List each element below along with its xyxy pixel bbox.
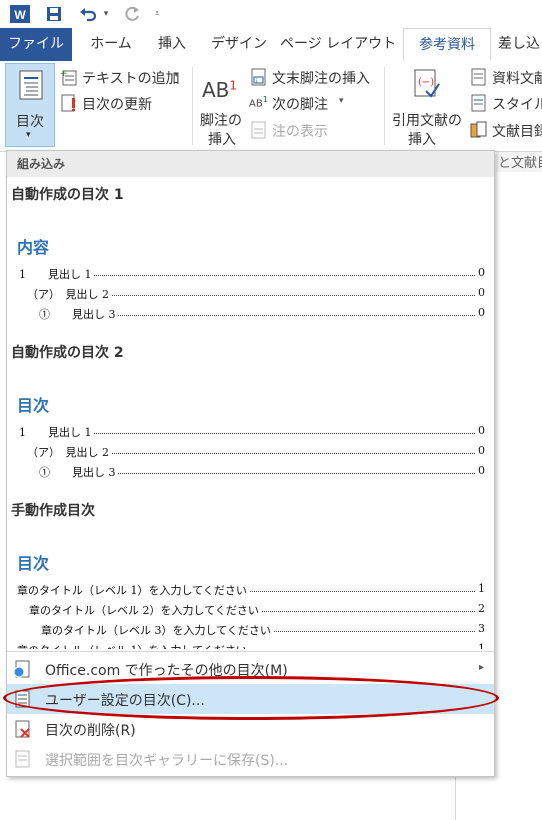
gallery-item-title: 手動作成目次: [11, 503, 95, 519]
toc-preview-heading: 内容: [17, 238, 50, 257]
update-toc-button[interactable]: 目次の更新: [82, 94, 152, 114]
tab-design[interactable]: デザイン: [204, 28, 274, 61]
show-notes-button[interactable]: 注の表示: [272, 121, 328, 141]
toc-icon: [19, 70, 43, 100]
manage-sources-icon: [471, 68, 486, 86]
show-notes-icon: [251, 121, 266, 139]
group-divider: [192, 67, 193, 145]
submenu-arrow-icon: ▸: [478, 662, 484, 673]
toc-button[interactable]: 目次 ▾: [5, 63, 55, 147]
ribbon: 目次 ▾ + テキストの追加 ▾ 目次の更新 AB1 脚注の 挿入 i 文末脚注…: [0, 61, 542, 152]
chevron-down-icon[interactable]: ▾: [174, 70, 179, 80]
toc-gallery-item-automatic-1[interactable]: 自動作成の目次 1 内容 1 見出し 10 （ア） 見出し 20 ① 見出し 3…: [7, 178, 494, 328]
insert-footnote-button[interactable]: AB1 脚注の 挿入: [200, 74, 244, 148]
toc-preview-row: 章のタイトル（レベル 1）を入力してください1: [17, 642, 485, 649]
save-selection-to-gallery-item[interactable]: 選択範囲を目次ギャラリーに保存(S)...: [7, 744, 494, 774]
save-icon[interactable]: [42, 3, 66, 25]
remove-toc-icon: [15, 720, 30, 738]
insert-endnote-button[interactable]: 文末脚注の挿入: [272, 68, 370, 88]
quick-access-toolbar: W ▾ ⩡: [0, 0, 542, 28]
tab-home[interactable]: ホーム: [80, 28, 142, 61]
office-com-icon: [13, 660, 30, 678]
group-divider: [384, 67, 385, 145]
tab-references[interactable]: 参考資料: [403, 28, 491, 61]
toc-preview-row: ① 見出し 30: [39, 464, 485, 480]
toc-preview-row: （ア） 見出し 20: [27, 286, 485, 302]
next-footnote-icon: AB1: [249, 94, 269, 110]
svg-text:(−): (−): [418, 77, 434, 88]
ribbon-group-label-area: と文献目: [496, 152, 542, 172]
toc-preview-heading: 目次: [17, 554, 50, 573]
style-icon: [471, 94, 486, 112]
bibliography-button[interactable]: 文献目録: [492, 121, 542, 141]
chevron-down-icon[interactable]: ▾: [339, 96, 344, 106]
manage-sources-button[interactable]: 資料文献: [492, 68, 542, 88]
insert-citation-icon: (−): [414, 69, 440, 98]
toc-preview-row: 章のタイトル（レベル 1）を入力してください1: [17, 582, 485, 598]
tab-file[interactable]: ファイル: [0, 28, 72, 61]
ribbon-tabs: ファイル ホーム 挿入 デザイン ページ レイアウト 参考資料 差し込: [0, 28, 542, 62]
toc-preview-row: （ア） 見出し 20: [27, 444, 485, 460]
menu-divider: [7, 651, 494, 652]
word-logo-icon[interactable]: W: [8, 3, 32, 25]
toc-preview-row: 1 見出し 10: [19, 266, 485, 282]
undo-dropdown-icon[interactable]: ▾: [100, 3, 112, 25]
insert-footnote-label-1: 脚注の: [200, 113, 242, 129]
citation-style-dropdown[interactable]: スタイル:: [492, 94, 542, 114]
save-to-gallery-icon: [15, 750, 30, 768]
insert-citation-label-2: 挿入: [408, 132, 436, 148]
gallery-header: 組み込み: [7, 151, 494, 177]
tab-page-layout[interactable]: ページ レイアウト: [280, 28, 396, 61]
insert-endnote-icon: i: [251, 68, 266, 86]
citations-group-label: と文献目: [498, 156, 542, 171]
svg-text:W: W: [14, 8, 26, 22]
toc-button-label: 目次: [16, 114, 44, 130]
remove-toc-label: 目次の削除(R): [45, 723, 136, 739]
highlight-annotation-ellipse: [3, 676, 499, 720]
next-footnote-button[interactable]: 次の脚注: [272, 94, 328, 114]
insert-footnote-label-2: 挿入: [208, 132, 236, 148]
toc-preview-row: 1 見出し 10: [19, 424, 485, 440]
toc-gallery-item-automatic-2[interactable]: 自動作成の目次 2 目次 1 見出し 10 （ア） 見出し 20 ① 見出し 3…: [7, 336, 494, 486]
add-text-button[interactable]: テキストの追加: [82, 68, 180, 88]
ab-footnote-icon: AB1: [202, 78, 238, 102]
toc-gallery-item-manual[interactable]: 手動作成目次 目次 章のタイトル（レベル 1）を入力してください 1 章のタイトル…: [7, 494, 494, 649]
undo-icon[interactable]: [76, 3, 100, 25]
gallery-item-title: 自動作成の目次 1: [11, 187, 124, 203]
chevron-down-icon: ▾: [26, 130, 31, 140]
redo-icon[interactable]: [120, 3, 144, 25]
tab-mailings[interactable]: 差し込: [498, 28, 542, 61]
insert-citation-button[interactable]: (−) 引用文献の 挿入: [390, 65, 464, 149]
customize-qat-icon[interactable]: ⩡: [150, 3, 164, 25]
add-text-icon: +: [60, 69, 77, 86]
toc-preview-heading: 目次: [17, 396, 50, 415]
svg-text:+: +: [60, 69, 68, 79]
toc-preview-row: 章のタイトル（レベル 3）を入力してください 3: [41, 622, 485, 638]
insert-citation-label-1: 引用文献の: [392, 113, 462, 129]
toc-preview-row: 章のタイトル（レベル 2）を入力してください 2: [29, 602, 485, 618]
save-to-gallery-label: 選択範囲を目次ギャラリーに保存(S)...: [45, 753, 289, 769]
bibliography-icon: [470, 121, 487, 138]
update-toc-icon: [61, 94, 75, 112]
tab-insert[interactable]: 挿入: [146, 28, 198, 61]
toc-preview-row: ① 見出し 30: [39, 306, 485, 322]
gallery-item-title: 自動作成の目次 2: [11, 345, 124, 361]
